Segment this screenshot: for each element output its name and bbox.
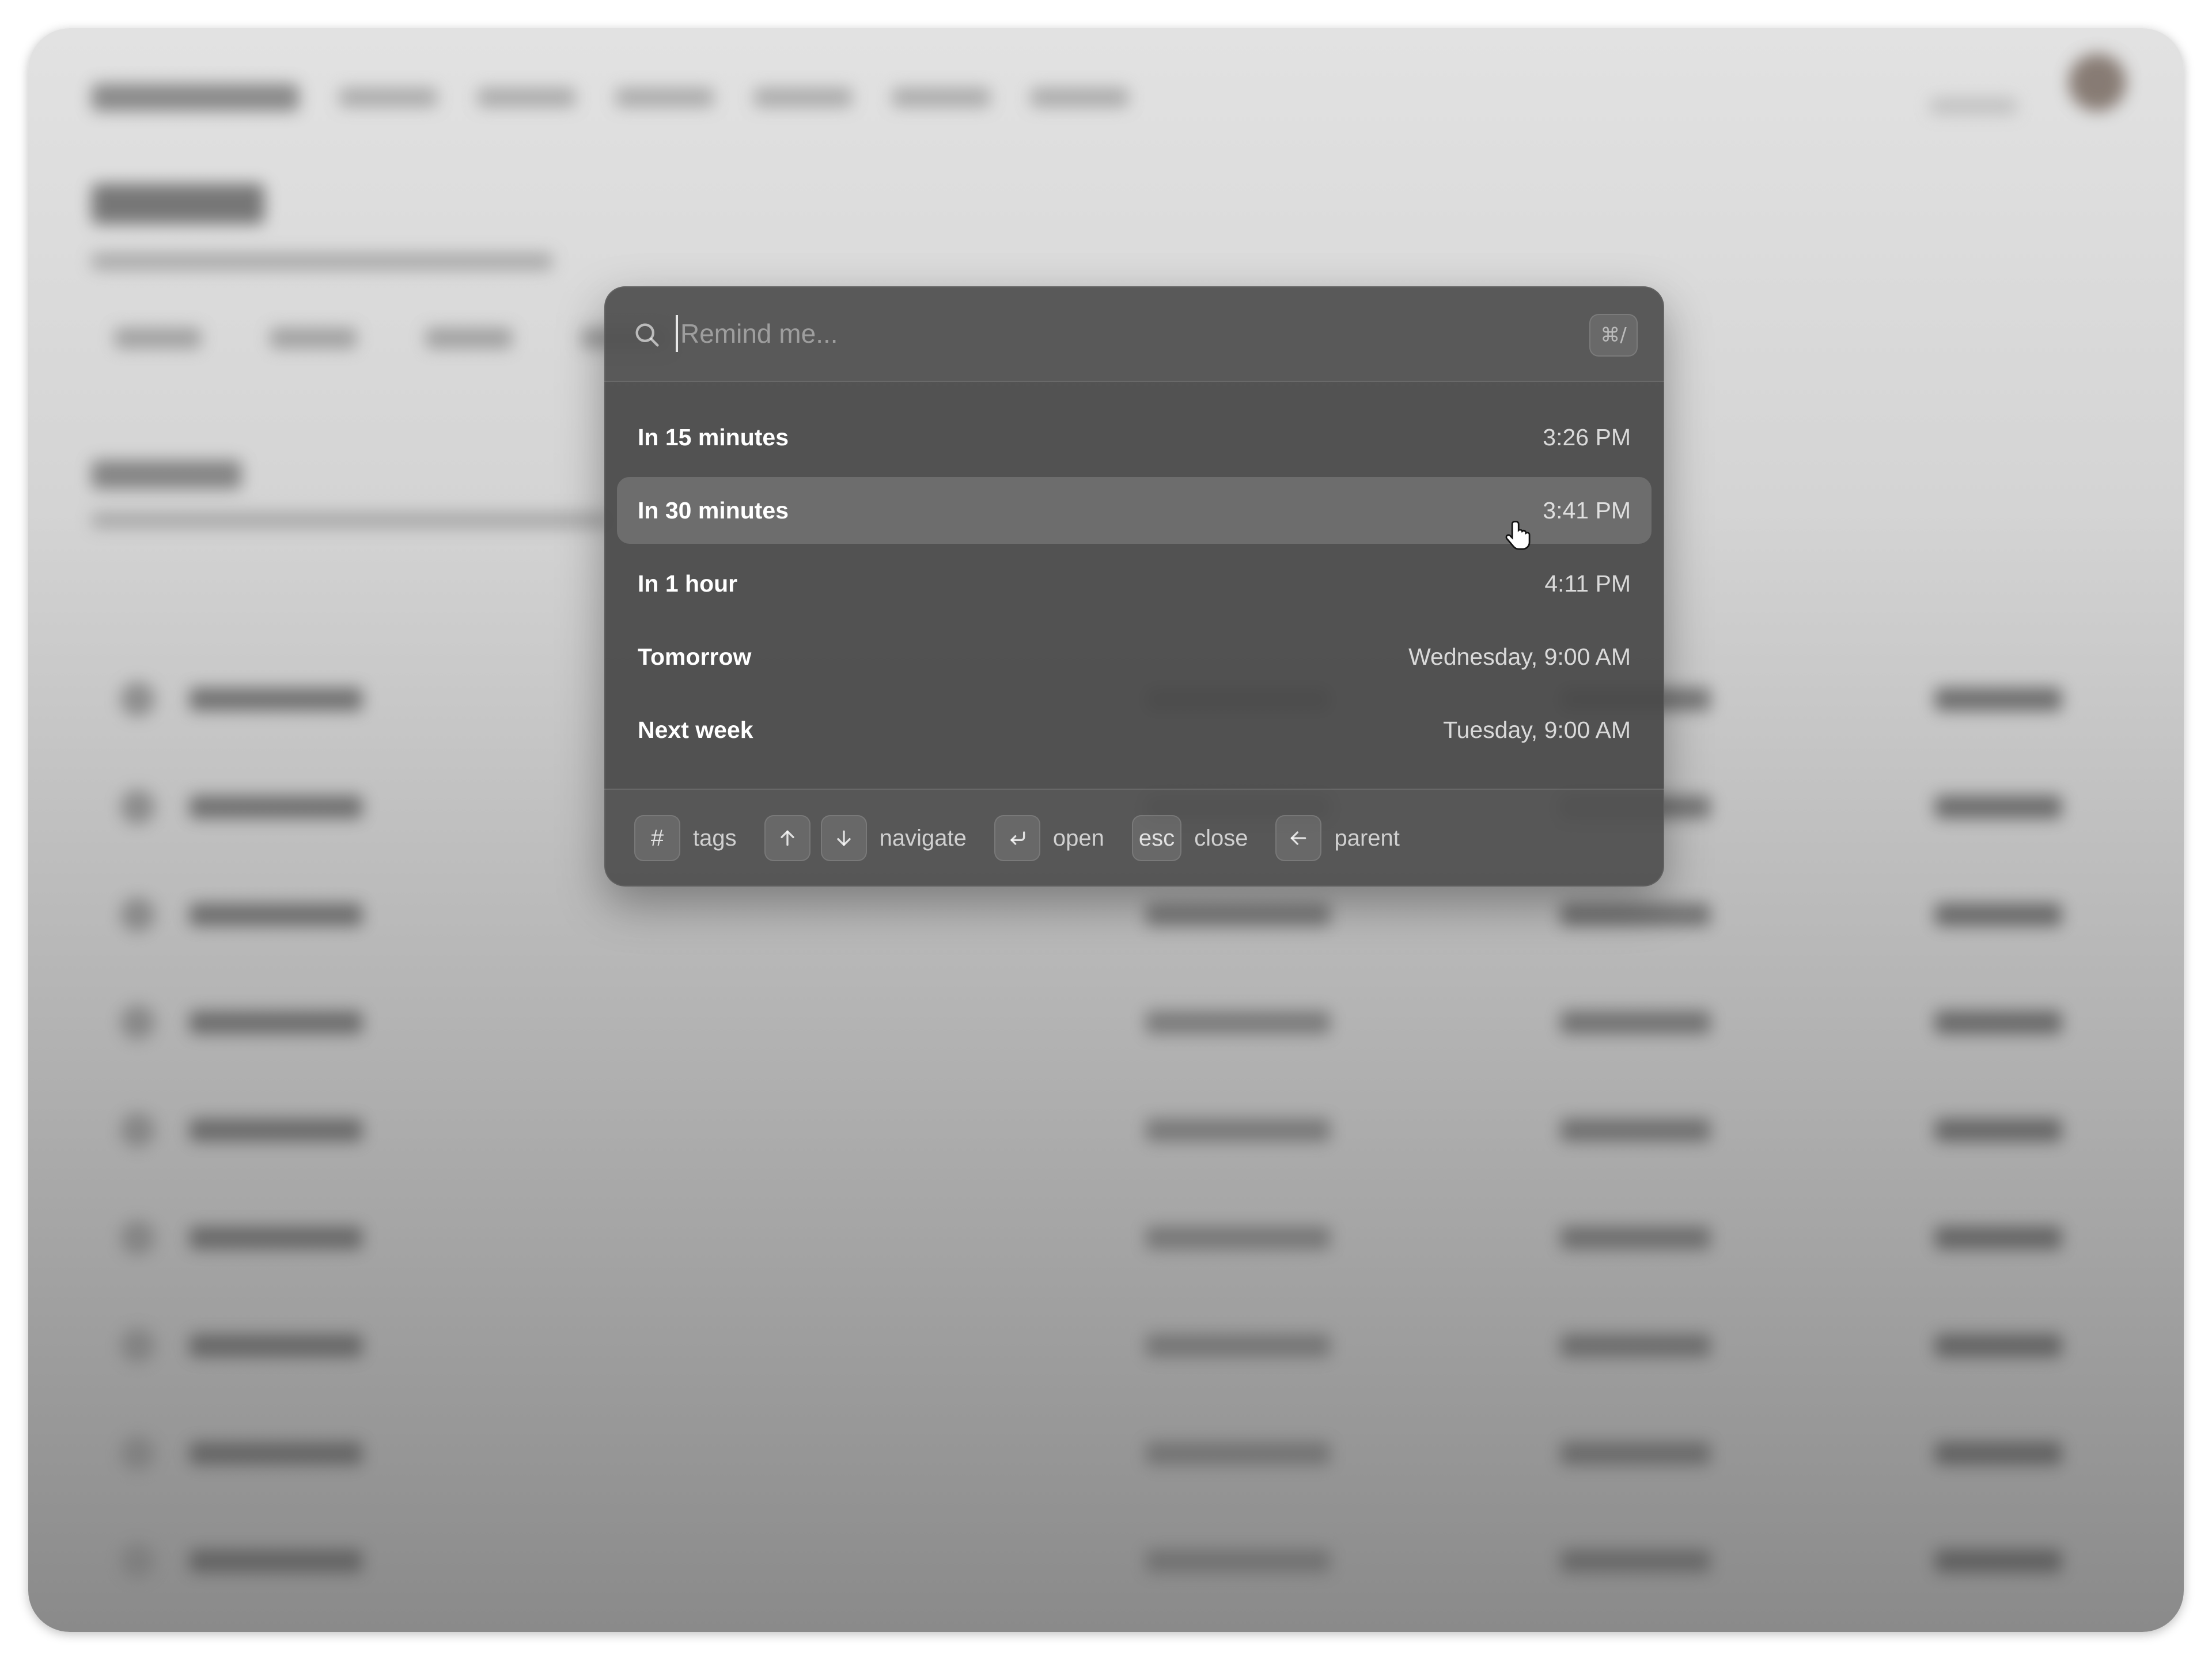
background-nav-item (616, 88, 714, 107)
arrow-down-icon (836, 830, 851, 846)
keyboard-hints-footer: # tags navigate open esc close parent (604, 789, 1664, 887)
option-label: Next week (638, 716, 753, 743)
background-nav-item (478, 88, 575, 107)
background-tabs (115, 328, 668, 349)
option-time: Tuesday, 9:00 AM (1443, 716, 1631, 743)
background-table-row (120, 1538, 2079, 1578)
background-table-row (120, 1323, 2079, 1363)
background-nav (92, 80, 1128, 115)
tags-hint: tags (693, 825, 737, 851)
background-tab (270, 328, 357, 349)
background-logo (92, 84, 299, 111)
close-hint: close (1194, 825, 1248, 851)
option-time: Wednesday, 9:00 AM (1408, 643, 1631, 670)
background-tab (115, 328, 201, 349)
option-in-1-hour[interactable]: In 1 hour 4:11 PM (617, 550, 1652, 617)
background-tab (426, 328, 512, 349)
option-time: 3:41 PM (1543, 497, 1631, 524)
reminder-command-palette: ⌘/ In 15 minutes 3:26 PM In 30 minutes 3… (604, 286, 1664, 887)
background-nav-item (1031, 88, 1128, 107)
parent-hint: parent (1334, 825, 1400, 851)
option-label: Tomorrow (638, 643, 752, 670)
arrow-up-key[interactable] (764, 815, 810, 861)
option-tomorrow[interactable]: Tomorrow Wednesday, 9:00 AM (617, 623, 1652, 690)
back-key[interactable] (1275, 815, 1322, 861)
app-window: ⌘/ In 15 minutes 3:26 PM In 30 minutes 3… (28, 28, 2184, 1632)
search-icon (635, 323, 659, 347)
shortcut-badge: ⌘/ (1589, 314, 1638, 357)
background-avatar (2069, 54, 2126, 111)
return-icon (1010, 831, 1025, 845)
remind-me-input[interactable] (676, 315, 1533, 352)
background-table-row (120, 999, 2079, 1040)
background-nav-item (892, 88, 990, 107)
esc-key[interactable]: esc (1131, 815, 1182, 861)
option-label: In 15 minutes (638, 423, 789, 450)
option-time: 3:26 PM (1543, 423, 1631, 450)
option-next-week[interactable]: Next week Tuesday, 9:00 AM (617, 696, 1652, 763)
background-nav-item (754, 88, 852, 107)
background-table-row (120, 1107, 2079, 1147)
option-label: In 1 hour (638, 570, 738, 597)
reminder-options-list: In 15 minutes 3:26 PM In 30 minutes 3:41… (617, 404, 1652, 770)
option-in-15-minutes[interactable]: In 15 minutes 3:26 PM (617, 404, 1652, 471)
option-label: In 30 minutes (638, 497, 789, 524)
background-table-row (120, 1430, 2079, 1471)
search-bar: ⌘/ (604, 286, 1664, 382)
arrow-left-icon (1291, 831, 1306, 845)
arrow-up-icon (780, 830, 794, 846)
option-time: 4:11 PM (1544, 570, 1631, 597)
background-table-row (120, 892, 2079, 932)
background-nav-item (339, 88, 437, 107)
option-in-30-minutes[interactable]: In 30 minutes 3:41 PM (617, 477, 1652, 550)
tags-key[interactable]: # (634, 815, 680, 861)
background-table-row (120, 1215, 2079, 1255)
arrow-down-key[interactable] (820, 815, 867, 861)
navigate-hint: navigate (879, 825, 967, 851)
enter-key[interactable] (994, 815, 1040, 861)
background-section-title (92, 460, 241, 489)
background-section-subtitle (92, 512, 610, 528)
background-page-title (92, 184, 264, 224)
background-page-subtitle (92, 253, 552, 270)
open-hint: open (1052, 825, 1104, 851)
background-help (1930, 97, 2017, 115)
hand-pointer-icon (1505, 521, 1531, 550)
